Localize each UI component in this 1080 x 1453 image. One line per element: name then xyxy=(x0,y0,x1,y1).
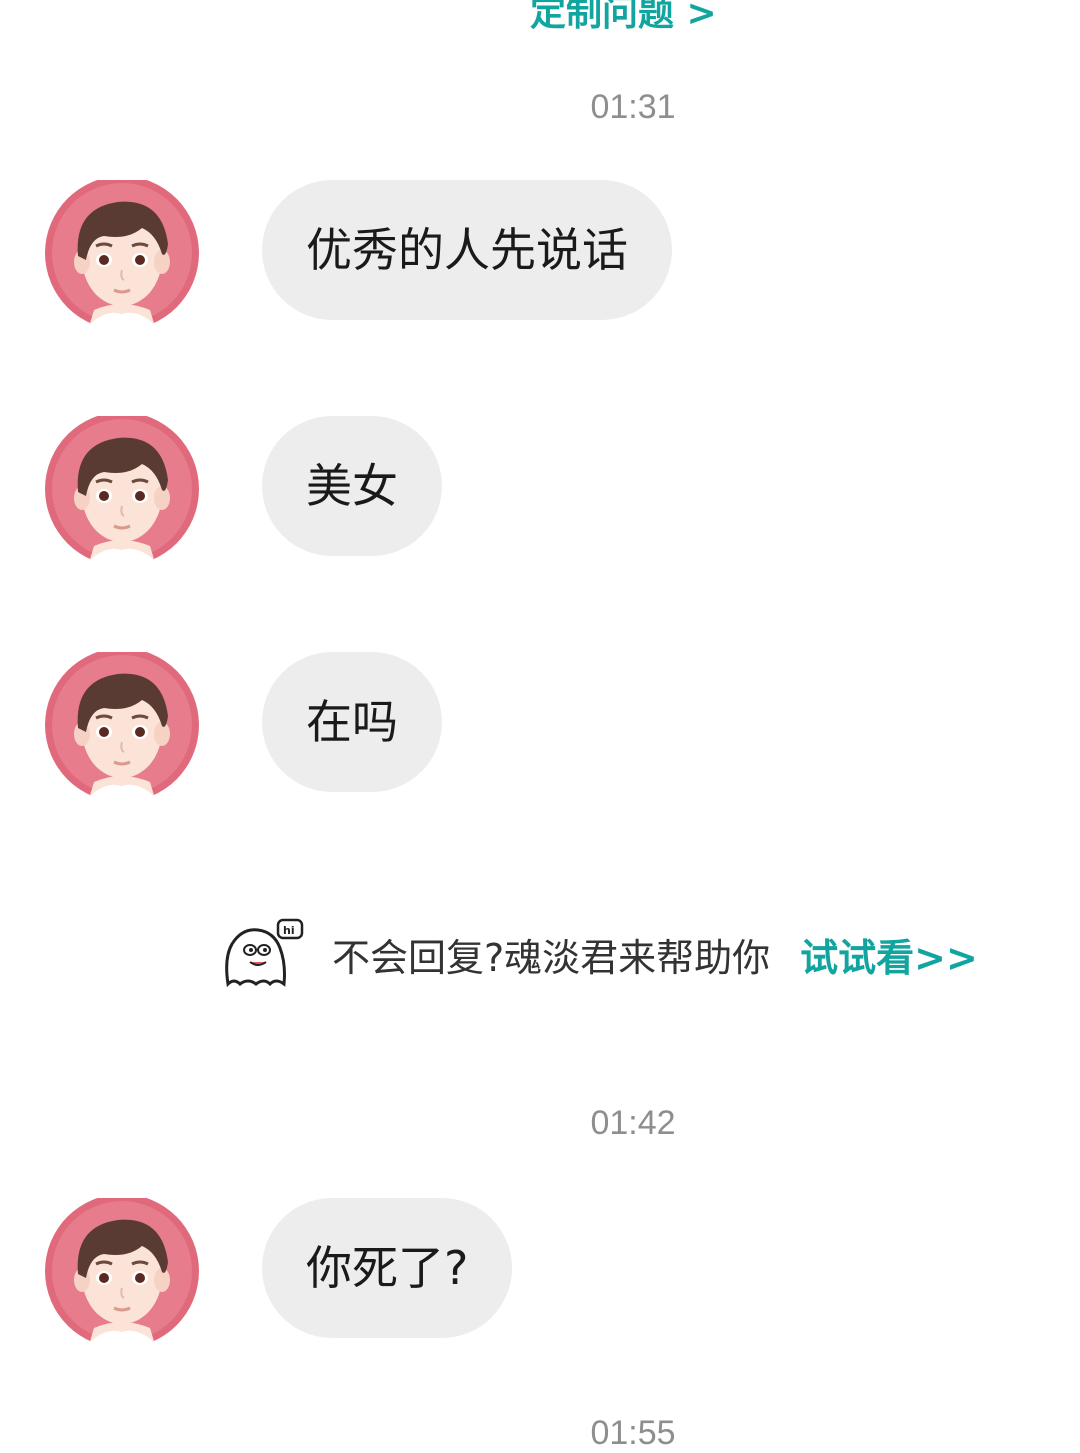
avatar[interactable] xyxy=(44,416,200,566)
timestamp: 01:31 xyxy=(590,88,676,126)
message-bubble[interactable]: 优秀的人先说话 xyxy=(262,180,672,320)
ghost-hi-icon: hi xyxy=(225,918,304,988)
timestamp: 01:42 xyxy=(590,1104,676,1142)
avatar[interactable] xyxy=(44,1198,200,1348)
avatar[interactable] xyxy=(44,180,200,330)
svg-text:hi: hi xyxy=(283,924,295,937)
try-it-link[interactable]: 试试看>> xyxy=(800,927,978,982)
message-bubble[interactable]: 在吗 xyxy=(262,652,442,792)
message-bubble[interactable]: 美女 xyxy=(262,416,442,556)
timestamp: 01:55 xyxy=(590,1414,676,1452)
message-bubble[interactable]: 你死了? xyxy=(262,1198,513,1338)
hint-text: 不会回复?魂淡君来帮助你 xyxy=(332,935,771,980)
avatar[interactable] xyxy=(44,652,200,802)
custom-questions-link[interactable]: 定制问题 > xyxy=(530,0,717,36)
reply-helper-hint: hi 不会回复?魂淡君来帮助你 试试看>> xyxy=(218,918,978,990)
